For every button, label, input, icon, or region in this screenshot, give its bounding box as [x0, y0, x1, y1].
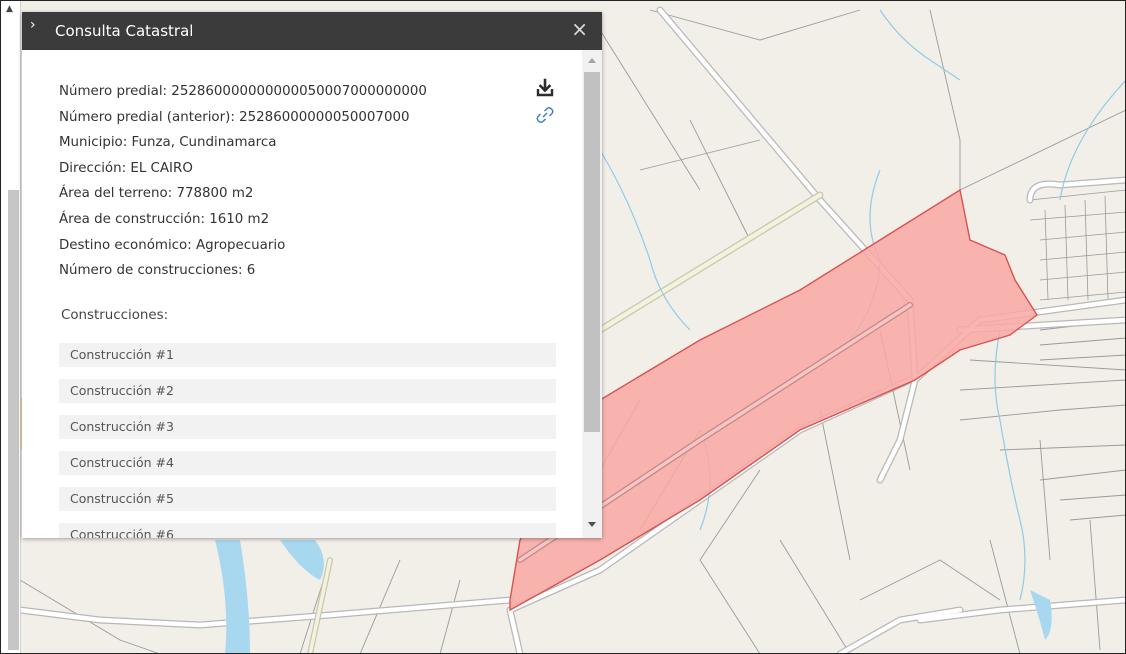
info-land-area: Área del terreno: 778800 m2 — [59, 186, 254, 202]
constructions-title: Construcciones: — [61, 308, 169, 323]
construction-item-2[interactable]: Construcción #2 — [59, 379, 556, 403]
chevron-right-icon[interactable]: › — [30, 18, 36, 32]
scroll-down-arrow-icon[interactable] — [588, 522, 596, 527]
info-construction-area: Área de construcción: 1610 m2 — [59, 211, 270, 227]
panel-title: Consulta Catastral — [55, 22, 194, 40]
panel-scroll-thumb[interactable] — [584, 72, 600, 432]
scroll-up-arrow-icon[interactable] — [588, 58, 596, 63]
close-icon[interactable]: × — [571, 19, 588, 39]
info-predial-number: Número predial: 252860000000000050007000… — [59, 84, 427, 99]
panel-content: Número predial: 252860000000000050007000… — [22, 50, 582, 538]
download-icon[interactable] — [536, 78, 554, 102]
construction-item-6[interactable]: Construcción #6 — [59, 523, 556, 538]
info-predial-number-previous: Número predial (anterior): 2528600000005… — [59, 109, 410, 125]
panel-header: › Consulta Catastral × — [22, 12, 602, 50]
construction-item-5[interactable]: Construcción #5 — [59, 487, 556, 511]
info-construction-count: Número de construcciones: 6 — [59, 263, 256, 279]
cadastral-query-panel: › Consulta Catastral × Número predial: 2… — [22, 12, 602, 538]
scroll-up-icon[interactable]: ▲ — [6, 4, 13, 14]
left-scrollbar[interactable]: ▲ — [0, 0, 21, 654]
left-scroll-thumb[interactable] — [8, 190, 19, 650]
parcel-info: Número predial: 252860000000000050007000… — [59, 79, 539, 284]
info-municipality: Municipio: Funza, Cundinamarca — [59, 135, 277, 151]
link-icon[interactable] — [535, 105, 555, 129]
constructions-list: Construcción #1 Construcción #2 Construc… — [59, 343, 556, 538]
construction-item-3[interactable]: Construcción #3 — [59, 415, 556, 439]
info-address: Dirección: EL CAIRO — [59, 160, 193, 176]
panel-scrollbar[interactable] — [582, 50, 602, 538]
construction-item-1[interactable]: Construcción #1 — [59, 343, 556, 367]
construction-item-4[interactable]: Construcción #4 — [59, 451, 556, 475]
info-economic-use: Destino económico: Agropecuario — [59, 237, 286, 253]
